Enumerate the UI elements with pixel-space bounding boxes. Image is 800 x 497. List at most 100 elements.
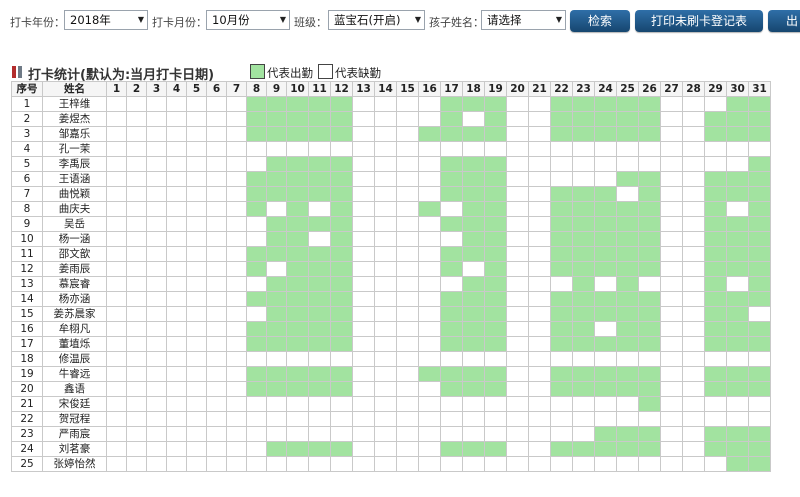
table-row: 16 牟栩凡	[11, 321, 771, 337]
attendance-cell-present	[594, 366, 617, 382]
attendance-cell-present	[308, 216, 331, 232]
table-row: 20 鑫语	[11, 381, 771, 397]
attendance-cell-absent	[226, 336, 247, 352]
class-label: 班级：	[294, 16, 327, 29]
attendance-cell-absent	[352, 306, 375, 322]
attendance-cell-absent	[440, 231, 463, 247]
year-select[interactable]: 2018年 ▼	[64, 10, 148, 30]
attendance-cell-present	[440, 321, 463, 337]
attendance-cell-present	[418, 201, 441, 217]
attendance-cell-present	[266, 156, 287, 172]
attendance-cell-absent	[266, 261, 287, 277]
day-header: 24	[594, 81, 617, 97]
day-header: 23	[572, 81, 595, 97]
student-name: 邵文歆	[42, 246, 107, 262]
attendance-cell-absent	[682, 306, 705, 322]
student-name: 宋俊廷	[42, 396, 107, 412]
attendance-cell-absent	[418, 381, 441, 397]
attendance-cell-present	[286, 231, 309, 247]
attendance-cell-absent	[308, 411, 331, 427]
table-row: 1 王梓维	[11, 96, 771, 112]
attendance-cell-absent	[374, 276, 397, 292]
attendance-cell-present	[572, 126, 595, 142]
search-button[interactable]: 检索	[570, 10, 630, 32]
attendance-cell-absent	[246, 231, 267, 247]
attendance-cell-present	[616, 366, 639, 382]
attendance-cell-absent	[506, 111, 529, 127]
attendance-cell-absent	[206, 351, 227, 367]
attendance-cell-present	[704, 291, 727, 307]
attendance-cell-present	[572, 201, 595, 217]
attendance-cell-absent	[396, 396, 419, 412]
attendance-cell-present	[594, 96, 617, 112]
attendance-cell-absent	[682, 441, 705, 457]
attendance-cell-present	[286, 291, 309, 307]
attendance-cell-present	[572, 231, 595, 247]
row-index: 23	[11, 426, 43, 442]
attendance-cell-present	[440, 306, 463, 322]
attendance-cell-absent	[682, 171, 705, 187]
attendance-cell-absent	[186, 441, 207, 457]
attendance-cell-absent	[166, 441, 187, 457]
attendance-cell-present	[616, 306, 639, 322]
attendance-cell-absent	[246, 306, 267, 322]
attendance-cell-absent	[682, 126, 705, 142]
attendance-cell-absent	[226, 411, 247, 427]
attendance-cell-absent	[186, 246, 207, 262]
attendance-cell-absent	[286, 411, 309, 427]
attendance-cell-absent	[226, 456, 247, 472]
attendance-cell-present	[616, 321, 639, 337]
attendance-cell-absent	[440, 411, 463, 427]
class-select[interactable]: 蓝宝石(开启) ▼	[328, 10, 425, 30]
legend-present-label: 代表出勤	[267, 66, 313, 80]
attendance-cell-absent	[166, 96, 187, 112]
attendance-cell-present	[616, 426, 639, 442]
row-index: 17	[11, 336, 43, 352]
attendance-cell-absent	[594, 141, 617, 157]
row-index: 19	[11, 366, 43, 382]
attendance-cell-absent	[166, 351, 187, 367]
attendance-cell-present	[246, 261, 267, 277]
attendance-cell-absent	[374, 396, 397, 412]
attendance-cell-absent	[396, 216, 419, 232]
print-unswiped-button[interactable]: 打印未刷卡登记表	[635, 10, 763, 32]
student-name: 牟栩凡	[42, 321, 107, 337]
attendance-cell-present	[330, 126, 353, 142]
attendance-cell-present	[484, 201, 507, 217]
attendance-cell-present	[616, 276, 639, 292]
table-row: 5 李禹辰	[11, 156, 771, 172]
attendance-cell-absent	[682, 411, 705, 427]
attendance-cell-present	[572, 261, 595, 277]
attendance-cell-absent	[418, 351, 441, 367]
attendance-cell-present	[726, 111, 749, 127]
export-button[interactable]: 出	[768, 10, 800, 32]
attendance-cell-present	[246, 171, 267, 187]
child-select[interactable]: 请选择 ▼	[481, 10, 566, 30]
attendance-cell-absent	[126, 306, 147, 322]
attendance-cell-absent	[506, 366, 529, 382]
attendance-cell-present	[266, 306, 287, 322]
attendance-cell-present	[638, 426, 661, 442]
attendance-cell-absent	[186, 216, 207, 232]
attendance-cell-present	[418, 366, 441, 382]
month-select[interactable]: 10月份 ▼	[206, 10, 290, 30]
attendance-cell-absent	[528, 96, 551, 112]
day-header: 18	[462, 81, 485, 97]
attendance-cell-absent	[748, 351, 771, 367]
attendance-cell-absent	[682, 141, 705, 157]
attendance-cell-absent	[440, 201, 463, 217]
attendance-cell-absent	[418, 216, 441, 232]
student-name: 姜雨辰	[42, 261, 107, 277]
attendance-cell-absent	[146, 366, 167, 382]
attendance-cell-absent	[550, 411, 573, 427]
attendance-cell-present	[330, 231, 353, 247]
attendance-cell-absent	[330, 411, 353, 427]
attendance-cell-present	[440, 291, 463, 307]
table-row: 24 刘茗豪	[11, 441, 771, 457]
attendance-cell-present	[638, 111, 661, 127]
attendance-cell-absent	[638, 141, 661, 157]
attendance-cell-present	[330, 156, 353, 172]
attendance-cell-absent	[286, 426, 309, 442]
attendance-cell-absent	[528, 276, 551, 292]
attendance-cell-present	[550, 246, 573, 262]
